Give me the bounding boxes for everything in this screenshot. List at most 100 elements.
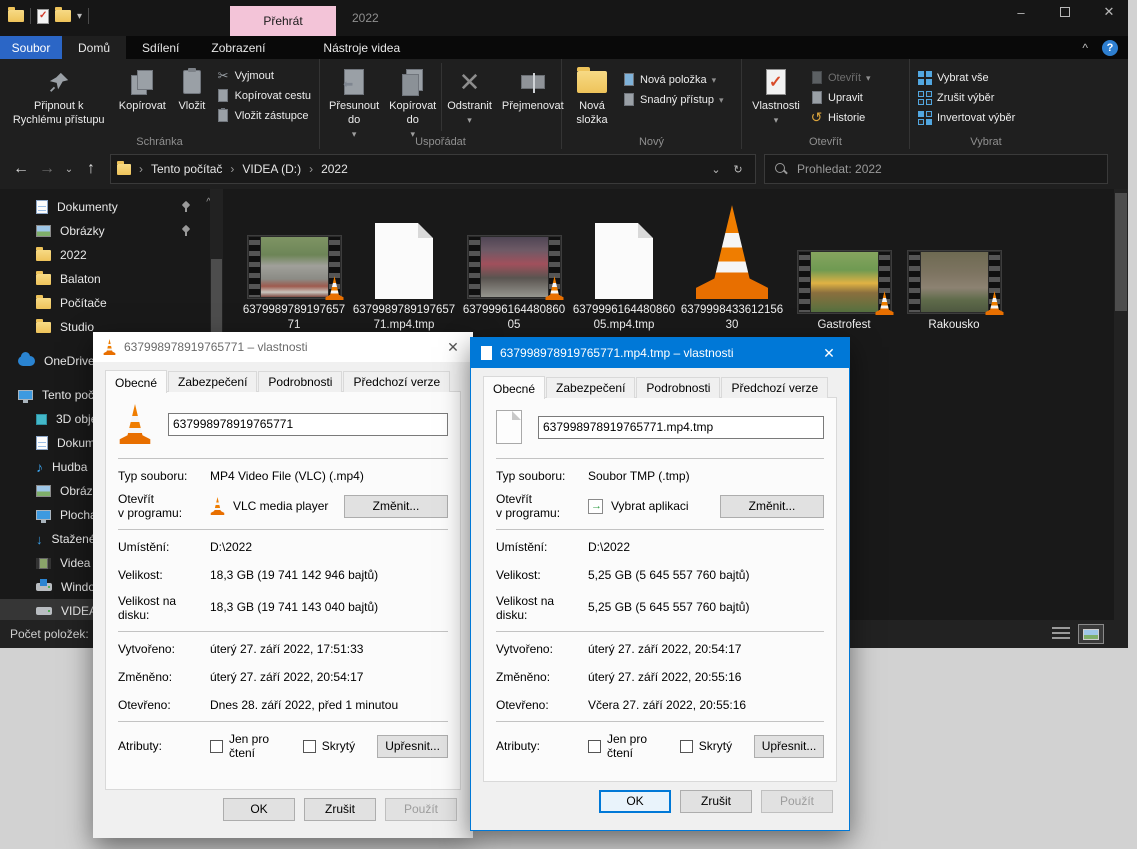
address-dropdown-icon[interactable]: ⌄ bbox=[705, 163, 727, 176]
ok-button[interactable]: OK bbox=[599, 790, 671, 813]
tab-obecne[interactable]: Obecné bbox=[105, 370, 167, 393]
vlc-cone-icon bbox=[692, 205, 772, 299]
easy-access-button[interactable]: Snadný přístup bbox=[622, 91, 724, 108]
collapse-ribbon-icon[interactable]: ^ bbox=[1082, 41, 1088, 55]
change-button[interactable]: Změnit... bbox=[344, 495, 448, 518]
advanced-button[interactable]: Upřesnit... bbox=[377, 735, 448, 758]
paste-button[interactable]: Vložit bbox=[171, 63, 212, 117]
apply-button[interactable]: Použít bbox=[761, 790, 833, 813]
edit-icon bbox=[812, 91, 822, 104]
file-item[interactable]: 637998978919765771.mp4.tmp bbox=[351, 197, 457, 333]
file-item[interactable]: 637999843361215630 bbox=[679, 197, 785, 333]
new-item-button[interactable]: Nová položka bbox=[622, 71, 724, 88]
back-button[interactable]: ← bbox=[8, 160, 34, 178]
file-icon bbox=[375, 223, 433, 299]
open-button[interactable]: Otevřít bbox=[810, 69, 871, 86]
close-icon[interactable]: ✕ bbox=[443, 339, 463, 356]
breadcrumb-this-pc[interactable]: Tento počítač bbox=[151, 162, 222, 176]
select-none-button[interactable]: Zrušit výběr bbox=[918, 89, 1015, 106]
ok-button[interactable]: OK bbox=[223, 798, 295, 821]
close-icon[interactable]: ✕ bbox=[819, 345, 839, 362]
tab-podrobnosti[interactable]: Podrobnosti bbox=[258, 371, 342, 392]
sidebar-item-2022[interactable]: 2022 bbox=[0, 243, 225, 267]
folder-icon[interactable] bbox=[8, 10, 24, 22]
choose-app-icon bbox=[588, 499, 603, 514]
recent-locations-icon[interactable]: ⌄ bbox=[60, 164, 78, 175]
tab-zabezpeceni[interactable]: Zabezpečení bbox=[168, 371, 257, 392]
properties-button[interactable]: Vlastnosti bbox=[746, 63, 806, 131]
refresh-icon[interactable]: ↻ bbox=[727, 163, 749, 176]
tab-zobrazeni[interactable]: Zobrazení bbox=[195, 36, 281, 59]
search-input[interactable]: Prohledat: 2022 bbox=[764, 154, 1108, 184]
hidden-checkbox[interactable] bbox=[680, 740, 693, 753]
properties-shortcut-icon[interactable] bbox=[37, 9, 49, 24]
paste-shortcut-button[interactable]: Vložit zástupce bbox=[217, 107, 311, 124]
tab-zabezpeceni[interactable]: Zabezpečení bbox=[546, 377, 635, 398]
sidebar-item-dokumenty[interactable]: Dokumenty bbox=[0, 195, 225, 219]
filename-input[interactable] bbox=[538, 416, 824, 439]
field-label: Vytvořeno: bbox=[118, 642, 210, 656]
advanced-button[interactable]: Upřesnit... bbox=[754, 735, 824, 758]
apply-button[interactable]: Použít bbox=[385, 798, 457, 821]
tab-nastroje-videa[interactable]: Nástroje videa bbox=[307, 36, 416, 59]
onedrive-icon bbox=[18, 356, 35, 366]
readonly-checkbox[interactable] bbox=[588, 740, 601, 753]
cancel-button[interactable]: Zrušit bbox=[680, 790, 752, 813]
cut-button[interactable]: ✂Vyjmout bbox=[217, 67, 311, 84]
breadcrumb-drive[interactable]: VIDEA (D:) bbox=[242, 162, 301, 176]
copy-button[interactable]: Kopírovat bbox=[113, 63, 171, 117]
tab-domu[interactable]: Domů bbox=[62, 36, 126, 59]
sidebar-item-obrazky[interactable]: Obrázky bbox=[0, 219, 225, 243]
hidden-checkbox[interactable] bbox=[303, 740, 316, 753]
edit-button[interactable]: Upravit bbox=[810, 89, 871, 106]
select-all-button[interactable]: Vybrat vše bbox=[918, 69, 1015, 86]
tab-predchozi-verze[interactable]: Předchozí verze bbox=[721, 377, 828, 398]
invert-selection-button[interactable]: Invertovat výběr bbox=[918, 109, 1015, 126]
breadcrumb[interactable]: › Tento počítač › VIDEA (D:) › 2022 ⌄ ↻ bbox=[110, 154, 756, 184]
details-view-icon[interactable] bbox=[1052, 627, 1070, 641]
readonly-checkbox[interactable] bbox=[210, 740, 223, 753]
thumbnail-view-icon[interactable] bbox=[1078, 624, 1104, 644]
file-list-scrollbar[interactable] bbox=[1114, 189, 1128, 620]
file-item[interactable]: 637998978919765771 bbox=[241, 197, 347, 333]
file-item[interactable]: Gastrofest bbox=[791, 197, 897, 333]
pin-to-quick-access-button[interactable]: Připnout k Rychlému přístupu bbox=[4, 63, 113, 131]
quick-access-dropdown-icon[interactable] bbox=[77, 11, 82, 22]
new-folder-shortcut-icon[interactable] bbox=[55, 10, 71, 22]
tab-predchozi-verze[interactable]: Předchozí verze bbox=[343, 371, 450, 392]
quick-access-toolbar bbox=[8, 8, 89, 24]
tab-podrobnosti[interactable]: Podrobnosti bbox=[636, 377, 720, 398]
tab-sdileni[interactable]: Sdílení bbox=[126, 36, 195, 59]
new-folder-button[interactable]: Nová složka bbox=[566, 63, 618, 131]
file-item[interactable]: 637999616448086005.mp4.tmp bbox=[571, 197, 677, 333]
change-button[interactable]: Změnit... bbox=[720, 495, 824, 518]
minimize-button[interactable]: – bbox=[1010, 5, 1032, 20]
file-item[interactable]: 637999616448086005 bbox=[461, 197, 567, 333]
scrollbar-thumb[interactable] bbox=[1115, 193, 1127, 311]
3d-objects-icon bbox=[36, 414, 47, 425]
move-to-button[interactable]: Přesunout do bbox=[324, 63, 384, 144]
help-icon[interactable]: ? bbox=[1102, 40, 1118, 56]
dialog-title-bar[interactable]: 637998978919765771 – vlastnosti ✕ bbox=[93, 332, 473, 362]
delete-button[interactable]: ✕ Odstranit bbox=[441, 63, 497, 131]
cancel-button[interactable]: Zrušit bbox=[304, 798, 376, 821]
forward-button[interactable]: → bbox=[34, 160, 60, 178]
tab-obecne[interactable]: Obecné bbox=[483, 376, 545, 399]
rename-button[interactable]: Přejmenovat bbox=[497, 63, 569, 117]
filename-input[interactable] bbox=[168, 413, 448, 436]
dialog-title-bar[interactable]: 637998978919765771.mp4.tmp – vlastnosti … bbox=[471, 338, 849, 368]
tab-soubor[interactable]: Soubor bbox=[0, 36, 62, 59]
field-label: Umístění: bbox=[118, 540, 210, 554]
breadcrumb-folder[interactable]: 2022 bbox=[321, 162, 348, 176]
vlc-cone-icon bbox=[985, 291, 1005, 315]
copy-to-button[interactable]: Kopírovat do bbox=[384, 63, 441, 144]
sidebar-item-pocitace[interactable]: Počítače bbox=[0, 291, 225, 315]
history-button[interactable]: ↺Historie bbox=[810, 109, 871, 126]
sidebar-item-balaton[interactable]: Balaton bbox=[0, 267, 225, 291]
contextual-tab-play[interactable]: Přehrát bbox=[230, 6, 336, 36]
up-button[interactable]: ↑ bbox=[78, 160, 104, 178]
file-item[interactable]: Rakousko bbox=[901, 197, 1007, 333]
copy-path-button[interactable]: Kopírovat cestu bbox=[217, 87, 311, 104]
maximize-button[interactable] bbox=[1054, 5, 1076, 20]
close-button[interactable]: ✕ bbox=[1098, 4, 1120, 20]
